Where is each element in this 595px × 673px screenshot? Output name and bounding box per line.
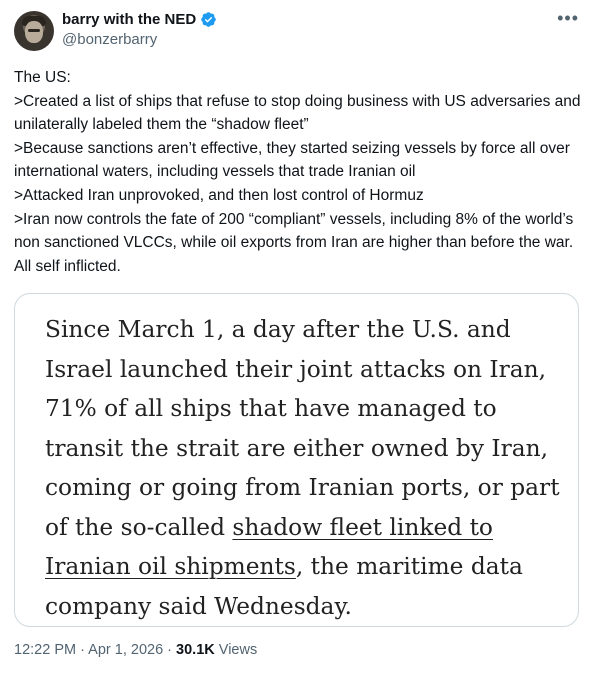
more-options-icon[interactable]: ••• [557,8,579,29]
avatar-eyes [28,29,40,32]
user-handle[interactable]: @bonzerbarry [62,31,157,48]
verified-badge-icon [201,12,216,27]
quote-card[interactable]: Since March 1, a day after the U.S. and … [14,293,579,627]
avatar[interactable] [14,11,54,51]
tweet-text: The US: >Created a list of ships that re… [14,69,581,275]
tweet-time[interactable]: 12:22 PM [14,642,76,658]
views-label: Views [214,642,258,658]
avatar-face [25,21,43,43]
meta-separator: · [76,642,89,658]
tweet-meta: 12:22 PM · Apr 1, 2026 · 30.1K Views [14,642,257,658]
quote-text: Since March 1, a day after the U.S. and … [45,310,575,626]
meta-separator: · [163,642,177,658]
quote-text-before: Since March 1, a day after the U.S. and … [45,316,560,541]
views-count: 30.1K [176,642,215,658]
tweet-date[interactable]: Apr 1, 2026 [88,642,163,658]
display-name[interactable]: barry with the NED [62,11,196,28]
author-name-row: barry with the NED [62,11,217,28]
